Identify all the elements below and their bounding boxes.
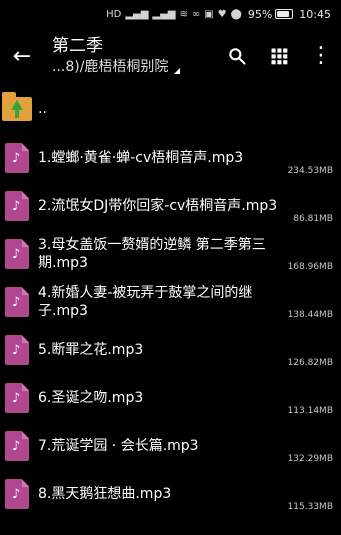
parent-folder-label: .. bbox=[38, 101, 47, 117]
music-note-icon: ♪ bbox=[12, 247, 21, 262]
parent-folder-content: .. bbox=[34, 84, 333, 134]
list-item[interactable]: ♪ 1.螳螂·黄雀·蝉-cv梧桐音声.mp3 234.53MB bbox=[0, 134, 341, 182]
signal-icon: ▂▄▆ bbox=[125, 8, 149, 20]
file-size: 113.14MB bbox=[287, 406, 333, 416]
more-vert-icon: ⋮ bbox=[310, 43, 332, 68]
status-time: 10:45 bbox=[299, 7, 331, 21]
toolbar-actions: ⋮ bbox=[223, 42, 335, 70]
music-note-icon: ♪ bbox=[12, 343, 21, 358]
audio-file-icon: ♪ bbox=[5, 479, 29, 509]
hd-icon: HD bbox=[106, 8, 122, 20]
battery-status: 95% bbox=[247, 7, 294, 21]
music-note-icon: ♪ bbox=[12, 151, 21, 166]
grid-view-button[interactable] bbox=[265, 42, 293, 70]
music-note-icon: ♪ bbox=[12, 295, 21, 310]
music-note-icon: ♪ bbox=[12, 487, 21, 502]
file-size: 132.29MB bbox=[287, 454, 333, 464]
file-size: 138.44MB bbox=[287, 310, 333, 320]
list-item[interactable]: ♪ 2.流氓女DJ带你回家-cv梧桐音声.mp3 86.81MB bbox=[0, 182, 341, 230]
status-bar: HD ▂▄▆ ▂▄▆ ≋ ∞ ▣ ♥ ⬤ 95% 10:45 bbox=[0, 0, 341, 28]
more-options-button[interactable]: ⋮ bbox=[307, 42, 335, 70]
link-icon: ∞ bbox=[191, 8, 201, 20]
list-item[interactable]: ♪ 3.母女盖饭一赘婿的逆鳞 第二季第三期.mp3 168.96MB bbox=[0, 230, 341, 278]
app-bar: ← 第二季 ...8)/鹿梧梧桐别院 ⋮ bbox=[0, 28, 341, 84]
music-note-icon: ♪ bbox=[12, 391, 21, 406]
parent-folder-icon-wrap bbox=[0, 84, 34, 134]
folder-up-icon bbox=[2, 92, 32, 121]
search-button[interactable] bbox=[223, 42, 251, 70]
list-item[interactable]: ♪ 5.断罪之花.mp3 126.82MB bbox=[0, 326, 341, 374]
file-list: .. ♪ 1.螳螂·黄雀·蝉-cv梧桐音声.mp3 234.53MB ♪ 2.流… bbox=[0, 84, 341, 535]
battery-percent: 95% bbox=[247, 7, 273, 21]
back-button[interactable]: ← bbox=[8, 42, 36, 70]
music-note-icon: ♪ bbox=[12, 199, 21, 214]
file-size: 168.96MB bbox=[287, 262, 333, 272]
back-arrow-icon: ← bbox=[12, 43, 32, 69]
wifi-icon: ≋ bbox=[179, 8, 188, 20]
list-item[interactable]: ♪ 6.圣诞之吻.mp3 113.14MB bbox=[0, 374, 341, 422]
file-name: 3.母女盖饭一赘婿的逆鳞 第二季第三期.mp3 bbox=[38, 237, 266, 271]
parent-folder-row[interactable]: .. bbox=[0, 84, 341, 134]
search-icon bbox=[229, 48, 246, 65]
location-icon: ⬤ bbox=[230, 8, 242, 20]
list-item[interactable]: ♪ 7.荒诞学园 · 会长篇.mp3 132.29MB bbox=[0, 422, 341, 470]
file-name: 5.断罪之花.mp3 bbox=[38, 342, 144, 358]
path-row[interactable]: ...8)/鹿梧梧桐别院 bbox=[52, 58, 223, 76]
audio-file-icon: ♪ bbox=[5, 191, 29, 221]
dropdown-icon[interactable] bbox=[174, 68, 181, 74]
list-item[interactable]: ♪ 8.黑天鹅狂想曲.mp3 115.33MB bbox=[0, 470, 341, 518]
app-icon: ▣ bbox=[204, 8, 214, 20]
audio-file-icon: ♪ bbox=[5, 287, 29, 317]
title-area: 第二季 ...8)/鹿梧梧桐别院 bbox=[52, 36, 223, 76]
battery-icon bbox=[275, 9, 294, 19]
file-name: 2.流氓女DJ带你回家-cv梧桐音声.mp3 bbox=[38, 198, 278, 214]
file-name: 1.螳螂·黄雀·蝉-cv梧桐音声.mp3 bbox=[38, 150, 244, 166]
file-size: 234.53MB bbox=[287, 166, 333, 176]
list-item[interactable]: ♪ 4.新婚人妻-被玩弄于鼓掌之间的继子.mp3 138.44MB bbox=[0, 278, 341, 326]
file-size: 86.81MB bbox=[293, 214, 333, 224]
grid-icon bbox=[271, 48, 288, 65]
path-subtitle[interactable]: ...8)/鹿梧梧桐别院 bbox=[52, 58, 168, 76]
audio-file-icon: ♪ bbox=[5, 383, 29, 413]
signal-icon: ▂▄▆ bbox=[152, 8, 176, 20]
file-name: 6.圣诞之吻.mp3 bbox=[38, 390, 144, 406]
audio-file-icon: ♪ bbox=[5, 431, 29, 461]
file-size: 126.82MB bbox=[287, 358, 333, 368]
audio-file-icon: ♪ bbox=[5, 239, 29, 269]
file-name: 7.荒诞学园 · 会长篇.mp3 bbox=[38, 438, 199, 454]
audio-file-icon: ♪ bbox=[5, 335, 29, 365]
status-icons: HD ▂▄▆ ▂▄▆ ≋ ∞ ▣ ♥ ⬤ bbox=[106, 9, 242, 20]
file-name: 4.新婚人妻-被玩弄于鼓掌之间的继子.mp3 bbox=[38, 285, 253, 319]
music-note-icon: ♪ bbox=[12, 439, 21, 454]
page-title: 第二季 bbox=[52, 36, 103, 56]
file-name: 8.黑天鹅狂想曲.mp3 bbox=[38, 486, 172, 502]
heart-icon: ♥ bbox=[217, 8, 227, 20]
audio-file-icon: ♪ bbox=[5, 143, 29, 173]
file-size: 115.33MB bbox=[287, 502, 333, 512]
